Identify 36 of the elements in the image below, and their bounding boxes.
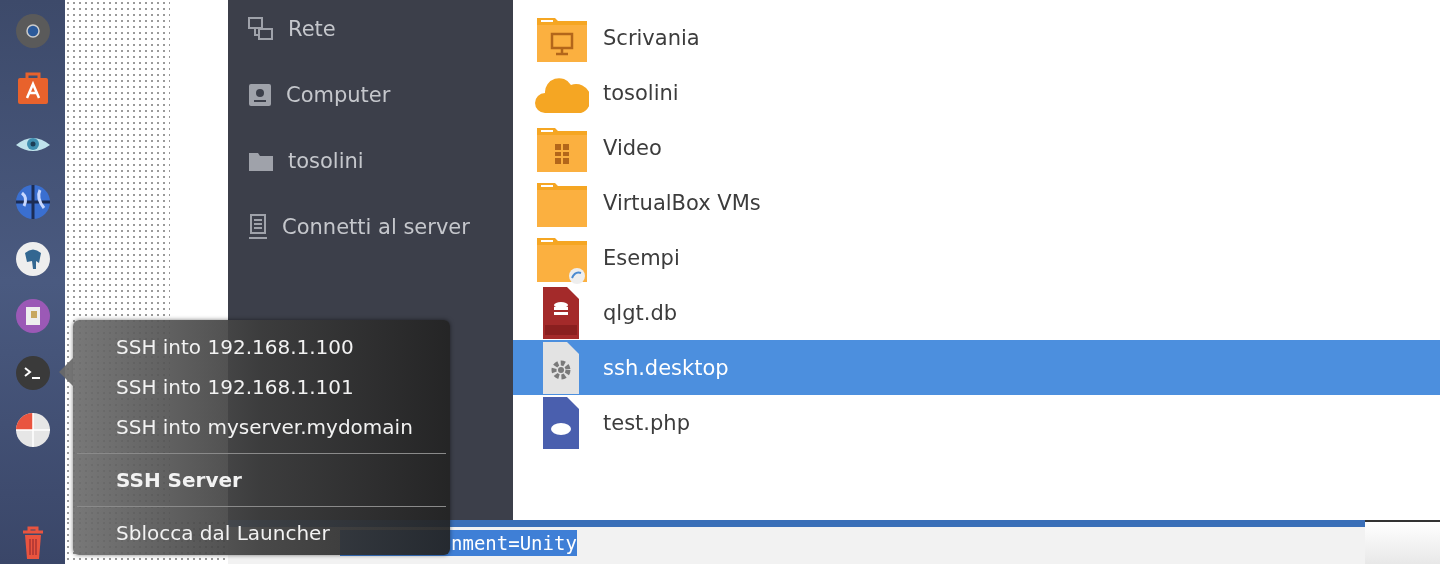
file-row[interactable]: Video xyxy=(513,120,1440,175)
globe-icon[interactable] xyxy=(13,184,52,220)
file-row[interactable]: tosolini xyxy=(513,65,1440,120)
file-row[interactable]: VirtualBox VMs xyxy=(513,175,1440,230)
menu-item[interactable]: SSH into 192.168.1.100 xyxy=(73,327,450,367)
file-name: VirtualBox VMs xyxy=(603,190,761,215)
file-name: Video xyxy=(603,135,662,160)
menu-item[interactable]: SSH into myserver.mydomain xyxy=(73,407,450,447)
file-row[interactable]: test.php xyxy=(513,395,1440,450)
code-line: nment=Unity xyxy=(451,532,577,554)
sidebar-item[interactable]: Computer xyxy=(286,83,391,107)
menu-pointer xyxy=(59,358,73,386)
file-row[interactable]: ssh.desktop xyxy=(513,340,1440,395)
folder-icon xyxy=(248,150,274,172)
pie-chart-icon[interactable] xyxy=(13,412,52,448)
sidebar-item[interactable]: Rete xyxy=(288,17,336,41)
document-icon[interactable] xyxy=(13,298,52,334)
file-name: tosolini xyxy=(603,80,679,105)
file-row[interactable]: Scrivania xyxy=(513,10,1440,65)
disc-icon[interactable] xyxy=(13,13,52,49)
file-name: test.php xyxy=(603,410,690,435)
file-name: Scrivania xyxy=(603,25,700,50)
sidebar-item[interactable]: Connetti al server xyxy=(282,215,470,239)
menu-item[interactable]: SSH into 192.168.1.101 xyxy=(73,367,450,407)
file-row[interactable]: Esempi xyxy=(513,230,1440,285)
file-row[interactable]: qlgt.db xyxy=(513,285,1440,340)
file-name: qlgt.db xyxy=(603,300,678,325)
file-name: ssh.desktop xyxy=(603,355,729,380)
network-icon xyxy=(248,17,274,41)
server-icon xyxy=(248,214,268,240)
menu-item[interactable]: SSH Server xyxy=(73,460,450,500)
file-name: Esempi xyxy=(603,245,680,270)
computer-icon xyxy=(248,83,272,107)
menu-item[interactable]: Sblocca dal Launcher xyxy=(73,513,450,553)
sidebar-item[interactable]: tosolini xyxy=(288,149,364,173)
terminal-icon[interactable] xyxy=(13,355,52,391)
